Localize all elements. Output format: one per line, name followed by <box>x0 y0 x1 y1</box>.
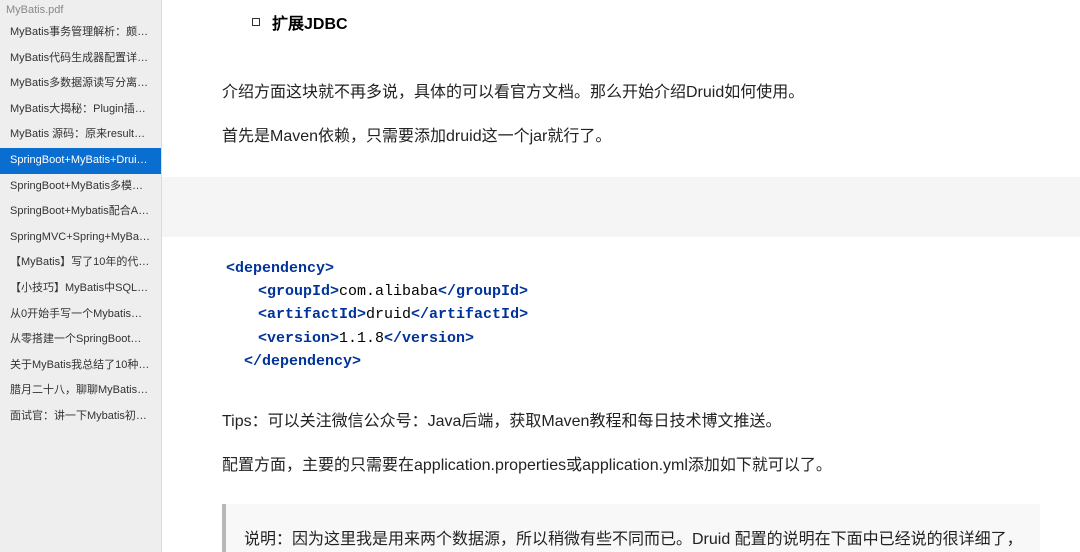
sidebar-item-11[interactable]: 从0开始手写一个Mybatis… <box>0 302 161 328</box>
sidebar-item-7[interactable]: SpringBoot+Mybatis配合A… <box>0 199 161 225</box>
content-area[interactable]: 扩展JDBC 介绍方面这块就不再多说，具体的可以看官方文档。那么开始介绍Drui… <box>162 0 1080 552</box>
sidebar: MyBatis.pdf MyBatis事务管理解析：颇…MyBatis代码生成器… <box>0 0 162 552</box>
xml-tag: </artifactId> <box>411 306 528 323</box>
sidebar-item-12[interactable]: 从零搭建一个SpringBoot… <box>0 327 161 353</box>
sidebar-item-6[interactable]: SpringBoot+MyBatis多模… <box>0 174 161 200</box>
xml-text: 1.1.8 <box>339 330 384 347</box>
note-text: 说明：因为这里我是用来两个数据源，所以稍微有些不同而已。Druid 配置的说明在… <box>244 531 1023 552</box>
code-block-dependency: <dependency> <groupId>com.alibaba</group… <box>226 257 1040 373</box>
sidebar-title: MyBatis.pdf <box>0 0 161 20</box>
sidebar-item-10[interactable]: 【小技巧】MyBatis中SQL… <box>0 276 161 302</box>
sidebar-item-8[interactable]: SpringMVC+Spring+MyBa… <box>0 225 161 251</box>
sidebar-item-1[interactable]: MyBatis代码生成器配置详… <box>0 46 161 72</box>
sidebar-list: MyBatis事务管理解析：颇…MyBatis代码生成器配置详…MyBatis多… <box>0 20 161 430</box>
section-divider <box>162 177 1080 237</box>
sidebar-item-3[interactable]: MyBatis大揭秘：Plugin插… <box>0 97 161 123</box>
bullet-item: 扩展JDBC <box>252 10 1040 34</box>
xml-tag: <artifactId> <box>258 306 366 323</box>
xml-text: druid <box>366 306 411 323</box>
xml-tag: </dependency> <box>244 353 361 370</box>
sidebar-item-4[interactable]: MyBatis 源码：原来resultM… <box>0 122 161 148</box>
sidebar-item-15[interactable]: 面试官：讲一下Mybatis初… <box>0 404 161 430</box>
sidebar-item-9[interactable]: 【MyBatis】写了10年的代… <box>0 250 161 276</box>
sidebar-item-13[interactable]: 关于MyBatis我总结了10种… <box>0 353 161 379</box>
xml-tag: <dependency> <box>226 260 334 277</box>
note-box: 说明：因为这里我是用来两个数据源，所以稍微有些不同而已。Druid 配置的说明在… <box>222 504 1040 552</box>
xml-tag: </groupId> <box>438 283 528 300</box>
paragraph-maven: 首先是Maven依赖，只需要添加druid这一个jar就行了。 <box>222 118 1040 156</box>
xml-tag: </version> <box>384 330 474 347</box>
bullet-text: 扩展JDBC <box>272 10 348 34</box>
sidebar-item-0[interactable]: MyBatis事务管理解析：颇… <box>0 20 161 46</box>
xml-text: com.alibaba <box>339 283 438 300</box>
square-bullet-icon <box>252 18 260 26</box>
sidebar-item-5[interactable]: SpringBoot+MyBatis+Drui… <box>0 148 161 174</box>
xml-tag: <groupId> <box>258 283 339 300</box>
paragraph-config: 配置方面，主要的只需要在application.properties或appli… <box>222 447 1040 485</box>
xml-tag: <version> <box>258 330 339 347</box>
paragraph-tips: Tips：可以关注微信公众号：Java后端，获取Maven教程和每日技术博文推送… <box>222 403 1040 441</box>
sidebar-item-14[interactable]: 腊月二十八，聊聊MyBatis… <box>0 378 161 404</box>
paragraph-intro: 介绍方面这块就不再多说，具体的可以看官方文档。那么开始介绍Druid如何使用。 <box>222 74 1040 112</box>
sidebar-item-2[interactable]: MyBatis多数据源读写分离… <box>0 71 161 97</box>
